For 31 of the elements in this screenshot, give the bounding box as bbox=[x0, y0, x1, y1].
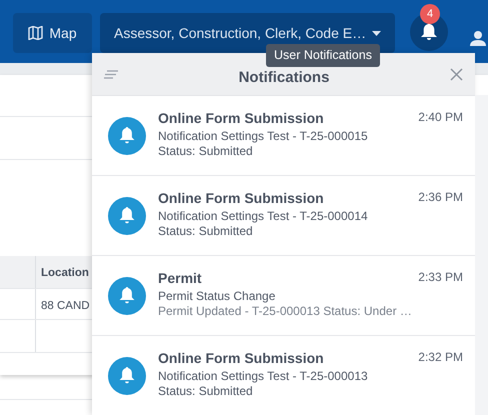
tooltip: User Notifications bbox=[266, 44, 380, 67]
bell-icon bbox=[421, 23, 437, 41]
notification-time: 2:33 PM bbox=[418, 269, 463, 286]
bell-icon bbox=[108, 277, 146, 315]
notification-item[interactable]: Permit Permit Status Change Permit Updated - T-25-000013 Status: Under … 2:33 PM bbox=[92, 256, 475, 336]
notification-message: Notification Settings Test - T-25-000015 Status: Submitted bbox=[158, 129, 369, 159]
notification-title: Online Form Submission bbox=[158, 109, 325, 128]
panel-title: Notifications bbox=[238, 68, 330, 88]
sort-icon[interactable] bbox=[104, 70, 118, 78]
notification-item[interactable]: Online Form Submission Notification Settings Test - T-25-000013 Status: Submitted 2:32 PM bbox=[92, 336, 475, 415]
notification-time: 2:36 PM bbox=[418, 189, 463, 206]
map-button[interactable]: Map bbox=[13, 13, 92, 53]
notification-item[interactable]: Online Form Submission Notification Settings Test - T-25-000014 Status: Submitted 2:36 PM bbox=[92, 176, 475, 256]
notification-message: Notification Settings Test - T-25-000014 Status: Submitted bbox=[158, 209, 369, 239]
notification-time: 2:32 PM bbox=[418, 349, 463, 366]
notification-item[interactable]: Online Form Submission Notification Settings Test - T-25-000015 Status: Submitted 2:40 PM bbox=[92, 96, 475, 176]
notification-title: Permit bbox=[158, 269, 203, 288]
bell-icon bbox=[108, 117, 146, 155]
close-icon[interactable] bbox=[450, 68, 463, 80]
map-icon bbox=[28, 26, 44, 40]
caret-icon bbox=[372, 30, 381, 36]
notification-message: Notification Settings Test - T-25-000013 Status: Submitted bbox=[158, 369, 369, 399]
bell-icon bbox=[108, 197, 146, 235]
notification-time: 2:40 PM bbox=[418, 109, 463, 126]
notification-message: Permit Status Change bbox=[158, 289, 276, 304]
notification-title: Online Form Submission bbox=[158, 189, 325, 208]
notification-title: Online Form Submission bbox=[158, 349, 325, 368]
user-icon bbox=[470, 30, 486, 46]
bell-icon bbox=[108, 357, 146, 395]
notification-count: 4 bbox=[420, 4, 440, 24]
scrollbar[interactable] bbox=[475, 95, 488, 415]
